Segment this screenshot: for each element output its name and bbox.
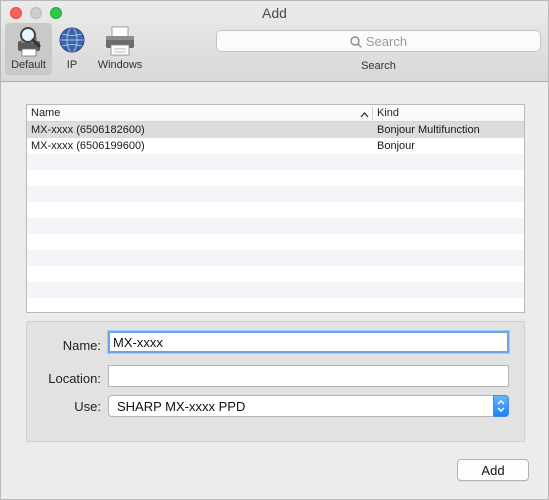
printer-list-table[interactable]: Name Kind MX-xxxx (6506182600) Bonjour M… xyxy=(26,104,525,313)
table-body: MX-xxxx (6506182600) Bonjour Multifuncti… xyxy=(27,122,524,312)
table-header: Name Kind xyxy=(27,105,524,122)
empty-row xyxy=(27,266,524,282)
column-header-kind[interactable]: Kind xyxy=(377,107,399,119)
printer-name-cell: MX-xxxx (6506199600) xyxy=(31,140,145,152)
window-title: Add xyxy=(262,5,287,21)
empty-row xyxy=(27,218,524,234)
printer-kind-cell: Bonjour xyxy=(377,140,415,152)
sort-ascending-icon[interactable] xyxy=(360,108,369,122)
empty-row xyxy=(27,186,524,202)
search-icon xyxy=(350,34,366,49)
up-down-chevron-icon[interactable] xyxy=(493,395,509,417)
name-field[interactable] xyxy=(108,331,509,353)
search-placeholder: Search xyxy=(365,34,408,49)
location-label: Location: xyxy=(48,371,101,386)
empty-row xyxy=(27,202,524,218)
location-field[interactable] xyxy=(108,365,509,387)
add-printer-window: Add Default IP Windows Search Search Nam… xyxy=(0,0,549,500)
printer-icon xyxy=(103,25,137,60)
printer-settings-panel: Name: Location: Use: SHARP MX-xxxx PPD xyxy=(26,321,525,442)
empty-row xyxy=(27,250,524,266)
name-label: Name: xyxy=(62,338,101,353)
printer-kind-cell: Bonjour Multifunction xyxy=(377,124,480,136)
empty-row xyxy=(27,298,524,312)
empty-row xyxy=(27,234,524,250)
driver-select-value: SHARP MX-xxxx PPD xyxy=(117,399,246,414)
toolbar-item-windows[interactable]: Windows xyxy=(93,23,147,75)
column-divider[interactable] xyxy=(372,107,373,120)
toolbar-item-label: Windows xyxy=(97,59,143,71)
printer-name-cell: MX-xxxx (6506182600) xyxy=(31,124,145,136)
toolbar-item-label: IP xyxy=(66,59,78,71)
toolbar-item-default[interactable]: Default xyxy=(5,23,52,75)
search-field[interactable]: Search xyxy=(216,30,541,52)
use-label: Use: xyxy=(74,399,101,414)
column-header-name[interactable]: Name xyxy=(31,107,60,119)
driver-select[interactable]: SHARP MX-xxxx PPD xyxy=(108,395,509,417)
toolbar-item-ip[interactable]: IP xyxy=(57,23,87,75)
add-button[interactable]: Add xyxy=(457,459,529,481)
empty-row xyxy=(27,170,524,186)
toolbar: Add Default IP Windows Search Search xyxy=(1,1,548,82)
search-caption: Search xyxy=(361,60,396,72)
empty-row xyxy=(27,282,524,298)
table-row[interactable]: MX-xxxx (6506182600) Bonjour Multifuncti… xyxy=(27,122,524,138)
globe-icon xyxy=(58,25,86,58)
table-row[interactable]: MX-xxxx (6506199600) Bonjour xyxy=(27,138,524,154)
toolbar-item-label: Default xyxy=(11,59,46,71)
empty-row xyxy=(27,154,524,170)
magnifier-printer-icon xyxy=(14,25,44,60)
